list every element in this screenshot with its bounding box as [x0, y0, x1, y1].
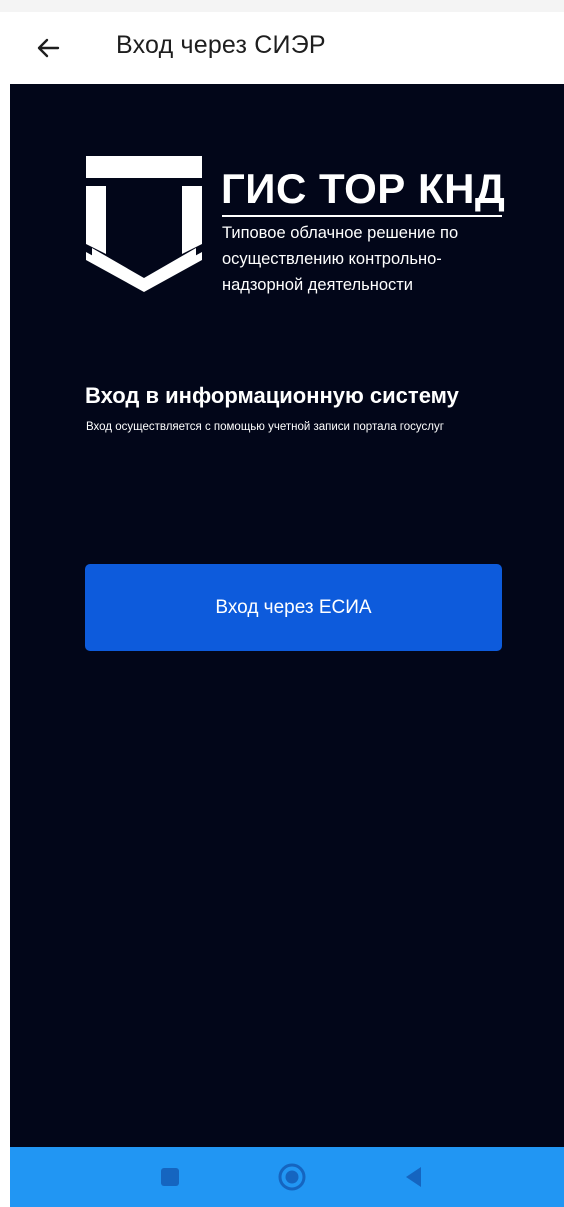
logo-divider — [222, 215, 502, 217]
home-button[interactable] — [262, 1147, 322, 1207]
system-navigation-bar — [10, 1147, 564, 1207]
login-screen: ГИС ТОР КНД Типовое облачное решение по … — [10, 84, 564, 1147]
page-title: Вход через СИЭР — [116, 31, 326, 59]
esia-login-button[interactable]: Вход через ЕСИА — [85, 564, 502, 651]
login-heading: Вход в информационную систему — [85, 383, 459, 408]
square-icon — [161, 1168, 179, 1186]
logo-subtitle: Типовое облачное решение по осуществлени… — [222, 224, 459, 294]
esia-login-button-label: Вход через ЕСИА — [215, 596, 372, 618]
app-bar: Вход через СИЭР — [0, 12, 564, 84]
arrow-left-icon — [37, 38, 60, 58]
logo-title: ГИС ТОР КНД — [221, 165, 506, 212]
back-button[interactable] — [30, 30, 66, 66]
recents-button[interactable] — [140, 1147, 200, 1207]
system-back-button[interactable] — [384, 1147, 444, 1207]
triangle-back-icon — [406, 1167, 421, 1187]
circle-icon — [278, 1163, 306, 1191]
login-description: Вход осуществляется с помощью учетной за… — [86, 421, 444, 433]
gis-tor-knd-logo-icon — [86, 156, 206, 297]
status-bar — [0, 0, 564, 12]
